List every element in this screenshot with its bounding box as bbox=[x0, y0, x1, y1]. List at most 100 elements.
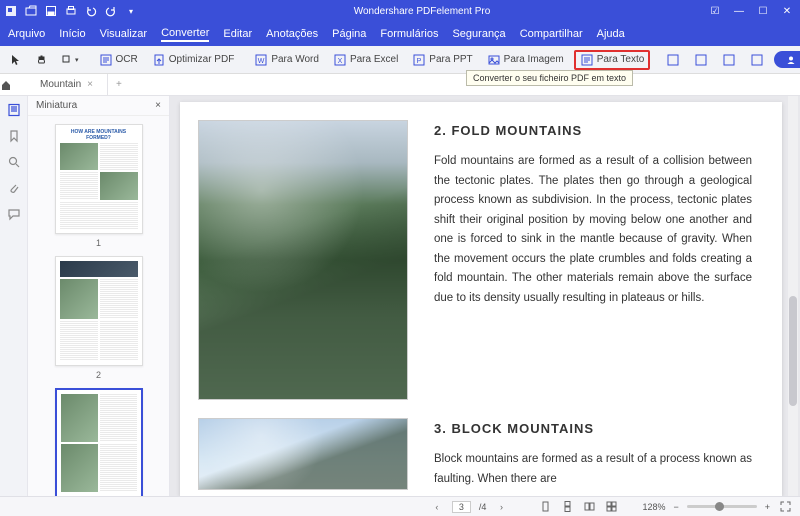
excel-icon: X bbox=[333, 53, 347, 67]
to-image-label: Para Imagem bbox=[504, 54, 564, 65]
zoom-out-button[interactable]: − bbox=[673, 502, 678, 512]
page-number-input[interactable]: 3 bbox=[452, 501, 471, 513]
vertical-scrollbar[interactable] bbox=[788, 96, 798, 496]
zoom-value[interactable]: 128% bbox=[642, 502, 665, 512]
search-icon[interactable] bbox=[6, 154, 22, 170]
zoom-slider-knob[interactable] bbox=[715, 502, 724, 511]
view-facing-continuous-icon[interactable] bbox=[604, 500, 618, 514]
thumb-page-3[interactable] bbox=[55, 388, 143, 496]
section-2-body: Fold mountains are formed as a result of… bbox=[434, 152, 752, 308]
menu-converter[interactable]: Converter bbox=[161, 27, 209, 42]
statusbar: ‹ 3 /4 › 128% − + bbox=[0, 496, 800, 516]
to-image-button[interactable]: Para Imagem bbox=[483, 51, 568, 69]
attachment-icon[interactable] bbox=[6, 180, 22, 196]
to-ppt-button[interactable]: PPara PPT bbox=[408, 51, 476, 69]
home-tab-icon[interactable] bbox=[0, 79, 26, 91]
to-word-button[interactable]: WPara Word bbox=[250, 51, 323, 69]
content-area: 2. FOLD MOUNTAINS Fold mountains are for… bbox=[170, 96, 800, 496]
user-button[interactable]: Shelley bbox=[774, 51, 800, 68]
to-text-button[interactable]: Para Texto bbox=[574, 50, 651, 70]
menu-anotacoes[interactable]: Anotações bbox=[266, 28, 318, 40]
user-icon bbox=[786, 55, 796, 65]
section-3-title: 3. BLOCK MOUNTAINS bbox=[434, 418, 752, 440]
zoom-dropdown[interactable]: ▾ bbox=[58, 53, 83, 67]
print-icon[interactable] bbox=[64, 4, 78, 18]
thumbnails-icon[interactable] bbox=[6, 102, 22, 118]
menu-formularios[interactable]: Formulários bbox=[380, 28, 438, 40]
page-view: 2. FOLD MOUNTAINS Fold mountains are for… bbox=[180, 102, 782, 496]
thumb-page-2[interactable] bbox=[55, 256, 143, 366]
folder-icon[interactable] bbox=[24, 4, 38, 18]
menu-compartilhar[interactable]: Compartilhar bbox=[520, 28, 583, 40]
view-single-icon[interactable] bbox=[538, 500, 552, 514]
zoom-slider[interactable] bbox=[687, 505, 757, 508]
extra-convert-2[interactable] bbox=[690, 51, 712, 69]
tab-label: Mountain bbox=[40, 79, 81, 90]
word-icon: W bbox=[254, 53, 268, 67]
ocr-button[interactable]: OCR bbox=[95, 51, 142, 69]
page-image-2 bbox=[198, 418, 408, 490]
notify-badge-icon[interactable]: ☑ bbox=[706, 6, 724, 17]
titlebar-right-icons: ☑ — ☐ ✕ bbox=[706, 6, 796, 17]
hand-tool[interactable] bbox=[32, 52, 52, 68]
left-rail bbox=[0, 96, 28, 496]
svg-text:X: X bbox=[338, 58, 343, 65]
menu-pagina[interactable]: Página bbox=[332, 28, 366, 40]
section-2-title: 2. FOLD MOUNTAINS bbox=[434, 120, 752, 142]
app-logo-icon bbox=[4, 4, 18, 18]
thumbnail-close-icon[interactable]: × bbox=[155, 100, 161, 111]
image-icon bbox=[487, 53, 501, 67]
svg-text:W: W bbox=[258, 58, 265, 65]
ocr-label: OCR bbox=[116, 54, 138, 65]
tab-close-icon[interactable]: × bbox=[87, 79, 93, 90]
menubar: Arquivo Início Visualizar Converter Edit… bbox=[0, 22, 800, 46]
window-minimize-button[interactable]: — bbox=[730, 6, 748, 17]
section-3: 3. BLOCK MOUNTAINS Block mountains are f… bbox=[434, 418, 752, 490]
comment-icon[interactable] bbox=[6, 206, 22, 222]
menu-inicio[interactable]: Início bbox=[59, 28, 85, 40]
bookmark-icon[interactable] bbox=[6, 128, 22, 144]
titlebar: ▾ Wondershare PDFelement Pro ☑ — ☐ ✕ bbox=[0, 0, 800, 22]
optimize-label: Optimizar PDF bbox=[169, 54, 235, 65]
section-3-body: Block mountains are formed as a result o… bbox=[434, 450, 752, 489]
to-ppt-label: Para PPT bbox=[429, 54, 472, 65]
save-icon[interactable] bbox=[44, 4, 58, 18]
fullscreen-icon[interactable] bbox=[778, 500, 792, 514]
to-excel-button[interactable]: XPara Excel bbox=[329, 51, 402, 69]
menu-visualizar[interactable]: Visualizar bbox=[100, 28, 148, 40]
undo-icon[interactable] bbox=[84, 4, 98, 18]
window-maximize-button[interactable]: ☐ bbox=[754, 6, 772, 17]
section-2: 2. FOLD MOUNTAINS Fold mountains are for… bbox=[434, 120, 752, 400]
app-title: Wondershare PDFelement Pro bbox=[138, 6, 706, 17]
select-tool[interactable] bbox=[6, 52, 26, 68]
document-tab[interactable]: Mountain × bbox=[26, 74, 108, 95]
optimize-button[interactable]: Optimizar PDF bbox=[148, 51, 239, 69]
window-close-button[interactable]: ✕ bbox=[778, 6, 796, 17]
thumbnail-header: Miniatura × bbox=[28, 96, 169, 116]
tooltip: Converter o seu ficheiro PDF em texto bbox=[466, 70, 633, 86]
extra-convert-4[interactable] bbox=[746, 51, 768, 69]
new-tab-button[interactable]: + bbox=[108, 79, 130, 90]
view-continuous-icon[interactable] bbox=[560, 500, 574, 514]
menu-editar[interactable]: Editar bbox=[223, 28, 252, 40]
zoom-in-button[interactable]: + bbox=[765, 502, 770, 512]
toolbar: ▾ OCR Optimizar PDF WPara Word XPara Exc… bbox=[0, 46, 800, 74]
page-next-icon[interactable]: › bbox=[494, 500, 508, 514]
thumb-page-1[interactable]: HOW ARE MOUNTAINS FORMED? bbox=[55, 124, 143, 234]
ppt-icon: P bbox=[412, 53, 426, 67]
chevron-down-icon[interactable]: ▾ bbox=[124, 4, 138, 18]
view-facing-icon[interactable] bbox=[582, 500, 596, 514]
page-prev-icon[interactable]: ‹ bbox=[430, 500, 444, 514]
menu-seguranca[interactable]: Segurança bbox=[452, 28, 505, 40]
thumb-1-number: 1 bbox=[28, 238, 169, 248]
extra-convert-3[interactable] bbox=[718, 51, 740, 69]
titlebar-left-icons: ▾ bbox=[4, 4, 138, 18]
page-total: /4 bbox=[479, 502, 487, 512]
scroll-thumb[interactable] bbox=[789, 296, 797, 406]
menu-arquivo[interactable]: Arquivo bbox=[8, 28, 45, 40]
extra-convert-1[interactable] bbox=[662, 51, 684, 69]
redo-icon[interactable] bbox=[104, 4, 118, 18]
thumbnail-title: Miniatura bbox=[36, 100, 77, 111]
menu-ajuda[interactable]: Ajuda bbox=[597, 28, 625, 40]
workspace: Miniatura × HOW ARE MOUNTAINS FORMED? 1 … bbox=[0, 96, 800, 496]
